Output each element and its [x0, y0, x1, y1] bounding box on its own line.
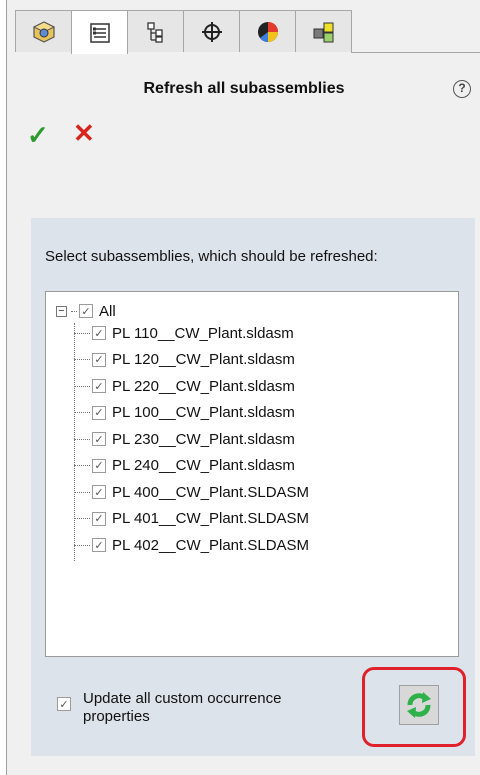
tree-connector	[74, 491, 90, 493]
tree-item-label: PL 100__CW_Plant.sldasm	[112, 404, 295, 421]
tree-item[interactable]: ✓ PL 120__CW_Plant.sldasm	[74, 349, 295, 371]
tree-item-checkbox[interactable]: ✓	[92, 405, 106, 420]
tree-connector	[74, 332, 90, 334]
tree-item-checkbox[interactable]: ✓	[92, 458, 106, 473]
config-manager-icon	[146, 21, 163, 43]
update-properties-checkbox[interactable]: ✓	[57, 697, 71, 711]
tab-display-manager[interactable]	[239, 10, 296, 52]
tree-connector	[71, 310, 77, 312]
instruction-label: Select subassemblies, which should be re…	[45, 248, 378, 265]
ok-button[interactable]: ✓	[27, 120, 49, 151]
tree-item-label: PL 400__CW_Plant.SLDASM	[112, 483, 310, 501]
tree-item[interactable]: ✓ PL 220__CW_Plant.sldasm	[74, 375, 295, 397]
part-icon	[32, 20, 55, 43]
tab-config-manager[interactable]	[127, 10, 184, 52]
property-manager-panel: Refresh all subassemblies ? ✓ ✕ Select s…	[6, 0, 480, 775]
collapse-icon[interactable]: −	[56, 305, 67, 317]
tree-item-label: PL 220__CW_Plant.sldasm	[112, 377, 295, 395]
tree-item[interactable]: ✓ PL 400__CW_Plant.SLDASM	[74, 481, 309, 503]
tree-root[interactable]: − ✓ All	[56, 300, 116, 322]
tree-item[interactable]: ✓ PL 402__CW_Plant.SLDASM	[74, 534, 309, 556]
tree-item[interactable]: ✓ PL 240__CW_Plant.sldasm	[74, 455, 295, 477]
plugin-icon	[313, 22, 333, 42]
checkbox-all[interactable]: ✓	[79, 304, 93, 318]
tree-connector	[74, 465, 90, 466]
tree-item-checkbox[interactable]: ✓	[92, 485, 106, 499]
tree-item-checkbox[interactable]: ✓	[92, 352, 106, 367]
tree-connector	[74, 385, 90, 387]
tree-connector	[74, 518, 90, 519]
help-icon[interactable]: ?	[453, 80, 471, 98]
display-manager-icon	[257, 21, 278, 42]
tree-item-label: PL 230__CW_Plant.sldasm	[112, 430, 295, 448]
tab-plugin[interactable]	[295, 10, 352, 52]
tree-connector	[74, 359, 90, 360]
update-properties-label: Update all custom occurrence properties	[83, 690, 282, 725]
tree-item-label: PL 401__CW_Plant.SLDASM	[112, 510, 310, 527]
subassembly-tree[interactable]: − ✓ All ✓ PL 110__CW_Plant.sldasm ✓ PL 120_…	[45, 291, 459, 657]
refresh-button-highlight	[362, 667, 466, 747]
property-manager-icon	[89, 22, 110, 43]
tab-property-manager[interactable]	[71, 10, 128, 54]
tree-item-checkbox[interactable]: ✓	[92, 326, 106, 340]
tab-strip	[15, 10, 480, 54]
tab-part[interactable]	[15, 10, 72, 52]
tree-item-checkbox[interactable]: ✓	[92, 538, 106, 552]
tree-connector	[74, 412, 90, 413]
tree-item-checkbox[interactable]: ✓	[92, 432, 106, 446]
tree-item[interactable]: ✓ PL 401__CW_Plant.SLDASM	[74, 508, 309, 530]
tree-item[interactable]: ✓ PL 230__CW_Plant.sldasm	[74, 428, 295, 450]
tree-item-label: PL 402__CW_Plant.SLDASM	[112, 536, 310, 554]
tab-strip-fill	[351, 10, 480, 53]
tree-item[interactable]: ✓ PL 110__CW_Plant.sldasm	[74, 322, 294, 344]
tree-item-label: PL 120__CW_Plant.sldasm	[112, 351, 295, 368]
dimxpert-icon	[201, 21, 222, 42]
cancel-button[interactable]: ✕	[73, 118, 95, 149]
tree-item-label: PL 240__CW_Plant.sldasm	[112, 457, 295, 474]
tree-item[interactable]: ✓ PL 100__CW_Plant.sldasm	[74, 402, 295, 424]
tree-item-checkbox[interactable]: ✓	[92, 511, 106, 526]
tree-root-label: All	[99, 302, 116, 320]
tree-item-label: PL 110__CW_Plant.sldasm	[112, 324, 294, 342]
tree-connector	[74, 438, 90, 440]
page-title: Refresh all subassemblies	[143, 80, 345, 97]
tree-connector	[74, 544, 90, 546]
tree-item-checkbox[interactable]: ✓	[92, 379, 106, 393]
tab-dimxpert[interactable]	[183, 10, 240, 52]
